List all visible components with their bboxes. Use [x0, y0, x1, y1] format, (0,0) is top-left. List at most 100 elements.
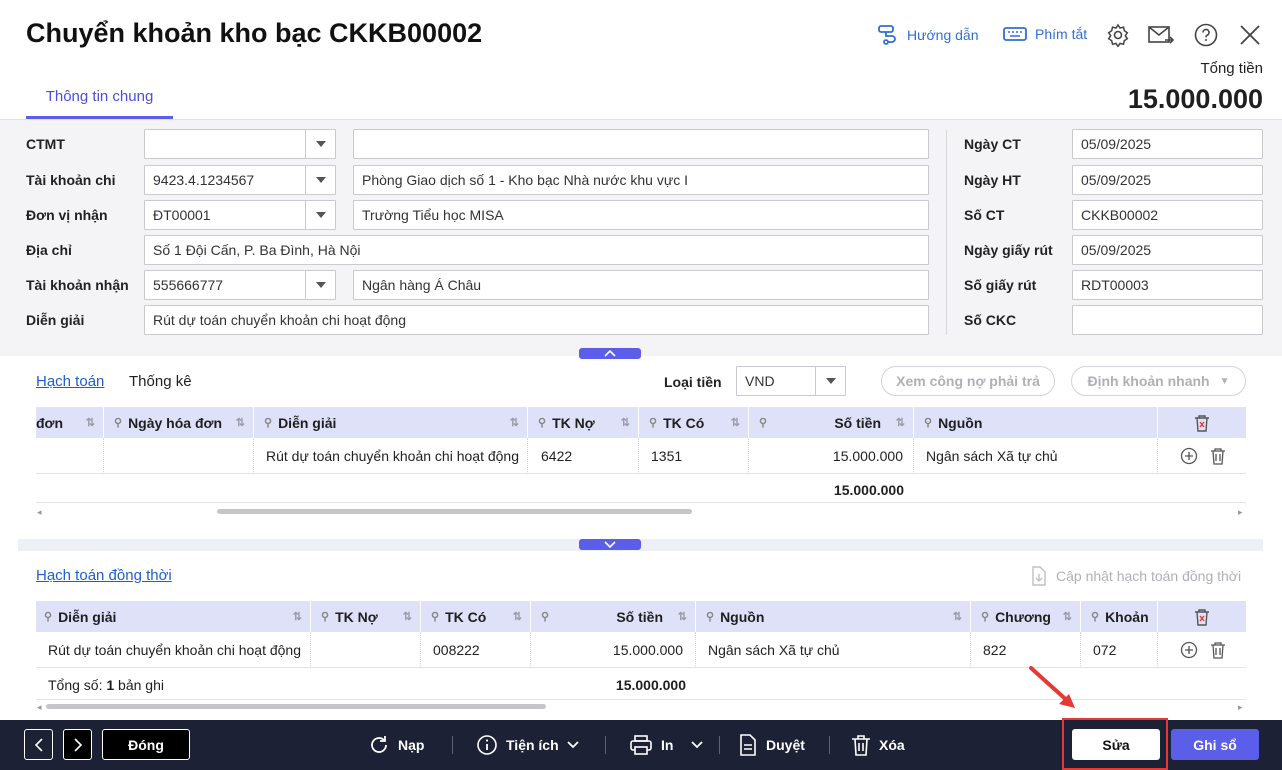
- sort-icon[interactable]: ⇅: [678, 610, 687, 623]
- tk-chi-desc-field[interactable]: Phòng Giao dịch số 1 - Kho bạc Nhà nước …: [353, 165, 929, 195]
- pin-icon[interactable]: ⚲: [924, 416, 932, 429]
- cell-tk-no[interactable]: [311, 632, 421, 668]
- concurrent-title[interactable]: Hạch toán đồng thời: [36, 567, 172, 584]
- sort-icon[interactable]: ⇅: [621, 416, 630, 429]
- sort-icon[interactable]: ⇅: [1063, 610, 1072, 623]
- expand-section-button[interactable]: [579, 539, 641, 550]
- reload-button[interactable]: Nạp: [368, 720, 424, 770]
- ledger-h-scrollbar[interactable]: [217, 509, 692, 514]
- scroll-right-icon[interactable]: ▸: [1238, 507, 1243, 518]
- table-row[interactable]: Rút dự toán chuyển khoản chi hoạt động 6…: [36, 438, 1246, 474]
- tk-nhan-desc-field[interactable]: Ngân hàng Á Châu: [353, 270, 929, 300]
- help-link[interactable]: Hướng dẫn: [877, 24, 978, 46]
- delete-all-rows[interactable]: [1158, 601, 1246, 632]
- settings-icon[interactable]: [1105, 22, 1131, 48]
- cell-tk-co[interactable]: 008222: [421, 632, 531, 668]
- pin-icon[interactable]: ⚲: [649, 416, 657, 429]
- quick-entry-button[interactable]: Định khoản nhanh ▼: [1071, 366, 1246, 396]
- print-button[interactable]: In: [629, 720, 704, 770]
- pin-icon[interactable]: ⚲: [431, 610, 439, 623]
- col-don[interactable]: đơn ⇅: [36, 407, 104, 438]
- delete-button[interactable]: Xóa: [851, 720, 905, 770]
- pin-icon[interactable]: ⚲: [1091, 610, 1099, 623]
- pin-icon[interactable]: ⚲: [541, 610, 549, 623]
- collapse-form-button[interactable]: [579, 348, 641, 359]
- col-chuong[interactable]: ⚲ Chương ⇅: [971, 601, 1081, 632]
- sort-icon[interactable]: ⇅: [896, 416, 905, 429]
- update-concurrent-button[interactable]: Cập nhật hạch toán đồng thời: [1030, 566, 1241, 586]
- sort-icon[interactable]: ⇅: [403, 610, 412, 623]
- tk-chi-combo[interactable]: 9423.4.1234567: [144, 165, 336, 195]
- sort-icon[interactable]: ⇅: [513, 610, 522, 623]
- col-dien-giai[interactable]: ⚲ Diễn giải ⇅: [254, 407, 528, 438]
- dien-giai-field[interactable]: Rút dự toán chuyển khoản chi hoạt động: [144, 305, 929, 335]
- pin-icon[interactable]: ⚲: [706, 610, 714, 623]
- close-icon[interactable]: [1237, 22, 1263, 48]
- close-button[interactable]: Đóng: [102, 729, 190, 760]
- chevron-down-icon[interactable]: [305, 271, 335, 299]
- utilities-button[interactable]: Tiện ích: [476, 720, 579, 770]
- trash-icon[interactable]: [1210, 447, 1226, 465]
- sort-icon[interactable]: ⇅: [510, 416, 519, 429]
- pin-icon[interactable]: ⚲: [321, 610, 329, 623]
- sort-icon[interactable]: ⇅: [293, 610, 302, 623]
- tk-nhan-combo[interactable]: 555666777: [144, 270, 336, 300]
- add-row-icon[interactable]: [1180, 447, 1198, 465]
- ctmt-combo[interactable]: [144, 129, 336, 159]
- view-payables-button[interactable]: Xem công nợ phải trả: [881, 366, 1055, 396]
- cell-so-tien[interactable]: 15.000.000: [749, 438, 914, 474]
- cell-nguon[interactable]: Ngân sách Xã tự chủ: [696, 632, 971, 668]
- cell-ngay-hoa-don[interactable]: [104, 438, 254, 474]
- don-vi-desc-field[interactable]: Trường Tiểu học MISA: [353, 200, 929, 230]
- col-nguon[interactable]: ⚲ Nguồn: [914, 407, 1158, 438]
- sort-icon[interactable]: ⇅: [953, 610, 962, 623]
- chevron-down-icon[interactable]: [305, 166, 335, 194]
- cell-don[interactable]: [36, 438, 104, 474]
- sort-icon[interactable]: ⇅: [236, 416, 245, 429]
- cell-dien-giai[interactable]: Rút dự toán chuyển khoản chi hoạt động: [254, 438, 528, 474]
- chevron-down-icon[interactable]: [305, 130, 335, 158]
- col-tk-co[interactable]: ⚲ TK Có ⇅: [421, 601, 531, 632]
- cell-tk-co[interactable]: 1351: [639, 438, 749, 474]
- col-tk-co[interactable]: ⚲ TK Có ⇅: [639, 407, 749, 438]
- cell-tk-no[interactable]: 6422: [528, 438, 639, 474]
- pin-icon[interactable]: ⚲: [981, 610, 989, 623]
- trash-icon[interactable]: [1210, 641, 1226, 659]
- mail-icon[interactable]: [1148, 22, 1174, 48]
- sort-icon[interactable]: ⇅: [731, 416, 740, 429]
- cell-so-tien[interactable]: 15.000.000: [531, 632, 696, 668]
- scroll-right-icon[interactable]: ▸: [1238, 702, 1243, 713]
- col-nguon[interactable]: ⚲ Nguồn ⇅: [696, 601, 971, 632]
- cell-khoan[interactable]: 072: [1081, 632, 1158, 668]
- tab-thong-ke[interactable]: Thống kê: [129, 373, 192, 390]
- help-circle-icon[interactable]: [1193, 22, 1219, 48]
- pin-icon[interactable]: ⚲: [264, 416, 272, 429]
- concurrent-h-scrollbar[interactable]: [46, 704, 546, 709]
- so-ct-field[interactable]: CKKB00002: [1072, 200, 1263, 230]
- scroll-left-icon[interactable]: ◂: [37, 507, 42, 518]
- ctmt-desc-field[interactable]: [353, 129, 929, 159]
- shortcut-link[interactable]: Phím tắt: [1003, 24, 1087, 44]
- col-dien-giai[interactable]: ⚲ Diễn giải ⇅: [36, 601, 311, 632]
- ngay-ht-field[interactable]: 05/09/2025: [1072, 165, 1263, 195]
- col-so-tien[interactable]: ⚲ Số tiền ⇅: [531, 601, 696, 632]
- pin-icon[interactable]: ⚲: [759, 416, 767, 429]
- approve-button[interactable]: Duyệt: [738, 720, 805, 770]
- col-so-tien[interactable]: ⚲ Số tiền ⇅: [749, 407, 914, 438]
- currency-combo[interactable]: VND: [736, 366, 846, 396]
- tab-general-info[interactable]: Thông tin chung: [26, 88, 173, 119]
- col-tk-no[interactable]: ⚲ TK Nợ ⇅: [311, 601, 421, 632]
- tab-hach-toan[interactable]: Hạch toán: [36, 373, 104, 390]
- delete-all-rows[interactable]: [1158, 407, 1246, 438]
- add-row-icon[interactable]: [1180, 641, 1198, 659]
- cell-dien-giai[interactable]: Rút dự toán chuyển khoản chi hoạt động: [36, 632, 311, 668]
- chevron-down-icon[interactable]: [815, 367, 845, 395]
- sort-icon[interactable]: ⇅: [86, 416, 95, 429]
- ngay-giay-rut-field[interactable]: 05/09/2025: [1072, 235, 1263, 265]
- chevron-down-icon[interactable]: [305, 201, 335, 229]
- next-record-button[interactable]: [63, 729, 92, 760]
- cell-nguon[interactable]: Ngân sách Xã tự chủ: [914, 438, 1158, 474]
- edit-button[interactable]: Sửa: [1072, 729, 1160, 760]
- col-ngay-hoa-don[interactable]: ⚲ Ngày hóa đơn ⇅: [104, 407, 254, 438]
- don-vi-combo[interactable]: ĐT00001: [144, 200, 336, 230]
